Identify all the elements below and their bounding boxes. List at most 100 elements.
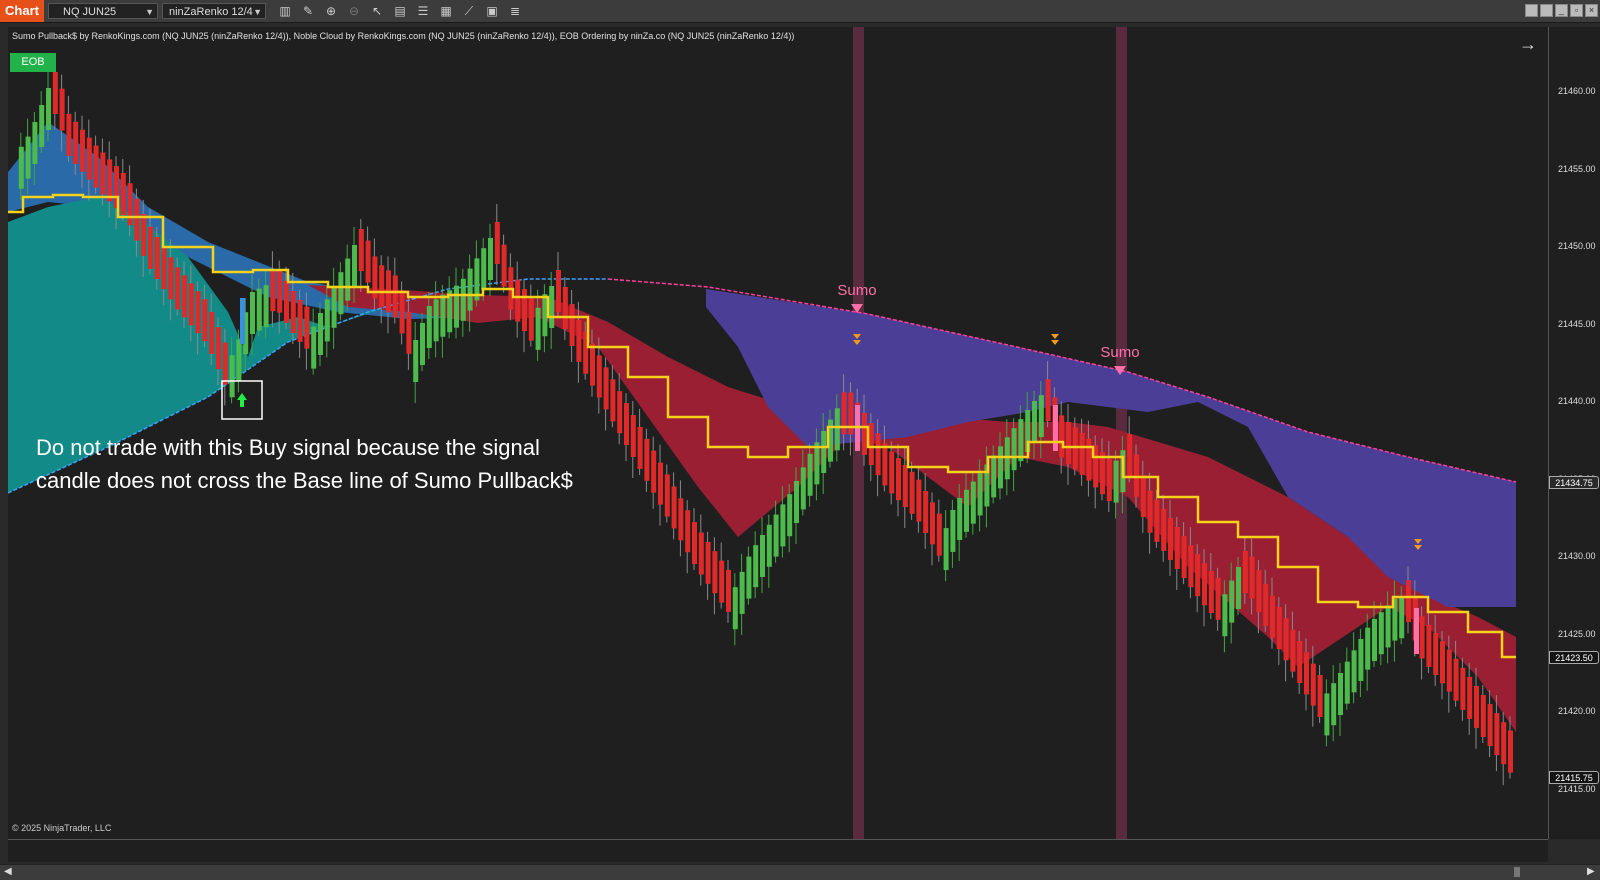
candle (467, 268, 473, 311)
candle (719, 560, 725, 603)
candle (1134, 454, 1139, 497)
price-marker: 21415.75 (1549, 770, 1599, 784)
candle (209, 311, 215, 354)
time-axis[interactable] (8, 839, 1548, 862)
indicator-list: Sumo Pullback$ by RenkoKings.com (NQ JUN… (12, 31, 795, 41)
zoom-out-icon[interactable]: ⊖ (346, 3, 362, 19)
list-icon[interactable]: ≣ (507, 3, 523, 19)
candle (902, 465, 908, 507)
candle (1474, 685, 1479, 728)
price-axis[interactable] (1548, 27, 1600, 839)
data-series-icon[interactable]: ▦ (438, 3, 454, 19)
candle (1304, 652, 1309, 695)
candle (1059, 415, 1065, 458)
candle (277, 270, 283, 313)
eob-badge[interactable]: EOB (10, 53, 56, 72)
draw-pencil-icon[interactable]: ✎ (300, 3, 316, 19)
candle (1276, 607, 1282, 649)
candle (1032, 401, 1037, 443)
candle (284, 280, 289, 323)
scroll-left-icon[interactable]: ◀ (4, 864, 12, 879)
candle (263, 285, 269, 328)
candle (671, 486, 677, 529)
price-tick-label: 21450.00 (1558, 241, 1596, 251)
instrument-selector[interactable]: NQ JUN25 ▼ (48, 3, 158, 19)
candle (345, 258, 351, 301)
candle (236, 339, 242, 382)
zoom-in-icon[interactable]: ⊕ (323, 3, 339, 19)
candle (32, 122, 38, 164)
candle (46, 88, 51, 130)
price-tick-label: 21440.00 (1558, 396, 1596, 406)
candle (1358, 639, 1364, 681)
candle (760, 535, 765, 577)
candle (862, 412, 867, 455)
candle (256, 288, 262, 331)
templates-icon[interactable]: ☰ (415, 3, 431, 19)
candle (610, 379, 616, 422)
close-icon[interactable]: × (1585, 4, 1598, 17)
pointer-icon[interactable]: ↖ (369, 3, 385, 19)
properties-icon[interactable]: ▤ (392, 3, 408, 19)
candle (1256, 570, 1262, 613)
candle (420, 323, 425, 365)
candle (739, 571, 745, 614)
candle (1215, 577, 1221, 620)
candle (522, 289, 527, 332)
candle (787, 494, 793, 537)
strategies-icon[interactable]: ⟋ (461, 3, 477, 19)
candle (1501, 722, 1507, 765)
price-marker: 21423.50 (1549, 650, 1599, 664)
chevron-down-icon: ▼ (145, 7, 154, 17)
candle (148, 226, 153, 269)
restore-icon[interactable]: ▫ (1570, 4, 1583, 17)
candle (1181, 536, 1187, 579)
scroll-thumb[interactable] (1514, 867, 1520, 877)
candle (1202, 563, 1207, 606)
candle (1508, 730, 1513, 773)
candle (426, 306, 432, 348)
candle (297, 299, 303, 342)
buy-signal-candle (240, 298, 245, 344)
candle (807, 453, 813, 496)
candle (896, 458, 901, 501)
arrow-right-icon[interactable]: → (1519, 34, 1537, 55)
candle (834, 408, 840, 451)
candle (134, 198, 140, 241)
candle (1338, 673, 1343, 715)
candle (18, 146, 24, 189)
candle (943, 528, 949, 571)
horizontal-scrollbar[interactable] (0, 864, 1600, 880)
indicators-icon[interactable]: ▣ (484, 3, 500, 19)
scroll-right-icon[interactable]: ▶ (1587, 864, 1595, 879)
candle (86, 137, 92, 180)
candle (1297, 641, 1303, 683)
candle (1324, 693, 1330, 736)
candle (399, 291, 405, 334)
candle (930, 502, 935, 545)
candle (1188, 545, 1194, 588)
tile-vertical-icon[interactable] (1540, 4, 1553, 17)
candle (1331, 683, 1337, 726)
candle (603, 367, 609, 410)
bars-icon[interactable]: ▥ (277, 3, 293, 19)
candle (433, 299, 439, 342)
candle (358, 229, 364, 271)
candle (746, 556, 752, 599)
candle (1344, 661, 1350, 704)
candle (454, 285, 459, 328)
candle (1195, 554, 1201, 597)
minimize-icon[interactable]: _ (1555, 4, 1568, 17)
candle (168, 257, 174, 300)
candle (1004, 437, 1010, 480)
candle (800, 467, 806, 510)
candle (413, 340, 419, 382)
candle (732, 587, 738, 630)
candle (460, 278, 466, 321)
candle (753, 545, 759, 588)
tile-icon[interactable] (1525, 4, 1538, 17)
bar-type-selector[interactable]: ninZaRenko 12/4 ▼ (162, 3, 266, 19)
candle (1045, 379, 1051, 422)
candle (188, 283, 194, 326)
chart-tab[interactable]: Chart (0, 0, 44, 22)
